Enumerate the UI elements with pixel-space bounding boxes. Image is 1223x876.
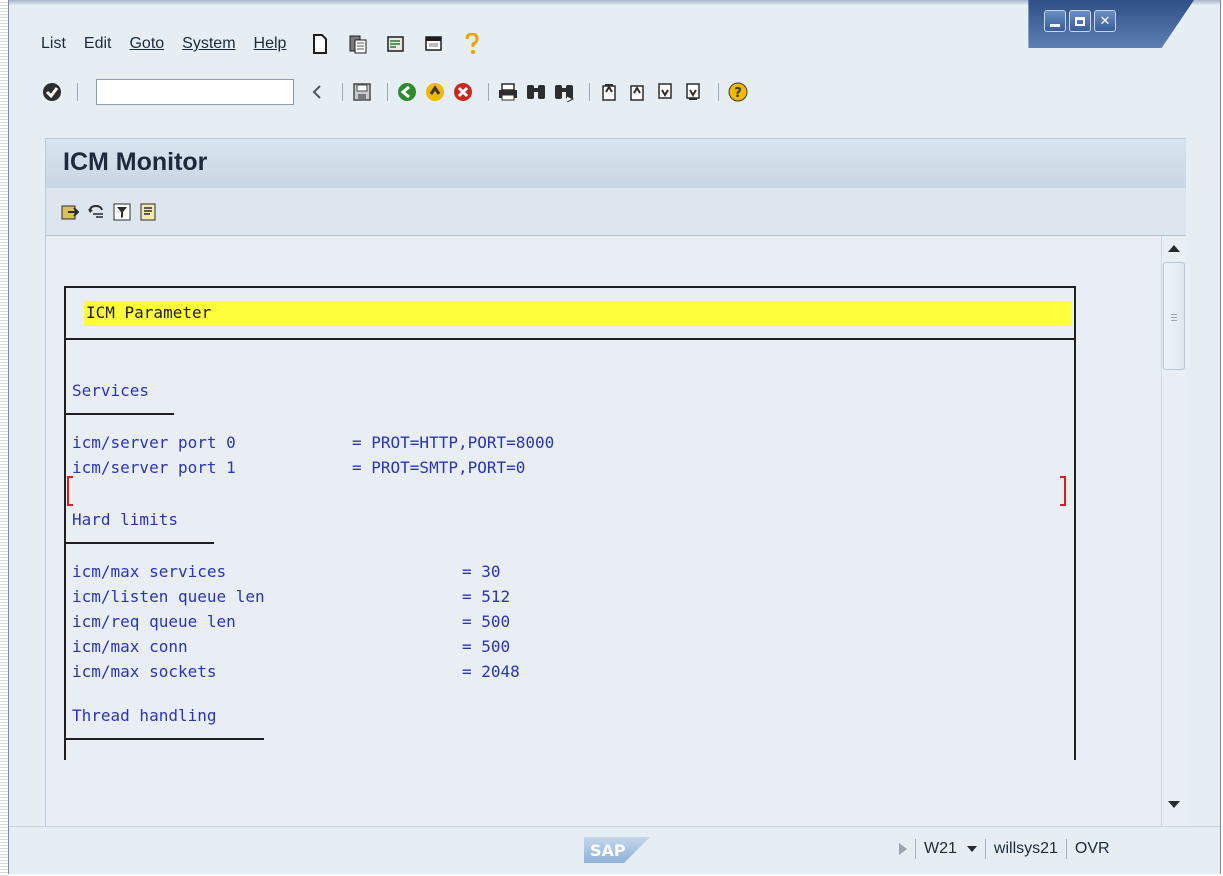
application-toolbar — [45, 188, 1186, 236]
param-value[interactable]: = 500 — [462, 637, 510, 656]
minimize-button[interactable] — [1044, 10, 1066, 32]
standard-toolbar: ? — [41, 76, 755, 108]
prev-page-icon[interactable] — [626, 81, 648, 103]
selection-bracket-right — [1060, 476, 1066, 506]
clipboard-icon[interactable] — [346, 33, 370, 55]
next-page-icon[interactable] — [654, 81, 676, 103]
desktop-background — [0, 0, 8, 876]
input-mode[interactable]: OVR — [1075, 840, 1110, 858]
help-question-icon[interactable] — [460, 33, 484, 55]
scroll-up-icon[interactable] — [1168, 245, 1180, 252]
filter-icon[interactable] — [112, 202, 132, 222]
param-value[interactable]: = PROT=HTTP,PORT=8000 — [352, 433, 554, 452]
maximize-icon — [1075, 16, 1085, 26]
menu-goto[interactable]: Goto — [129, 35, 164, 53]
param-key[interactable]: icm/max sockets — [72, 662, 217, 681]
menu-list[interactable]: List — [41, 35, 66, 53]
toolbar-separator — [589, 83, 590, 101]
menu-system[interactable]: System — [182, 35, 235, 53]
list-header-highlight: ICM Parameter — [84, 301, 1072, 326]
list-header-title: ICM Parameter — [86, 303, 212, 322]
details-icon[interactable] — [138, 202, 158, 222]
close-button[interactable]: ✕ — [1094, 10, 1116, 32]
param-value[interactable]: = 30 — [462, 562, 501, 581]
section-title-hard-limits[interactable]: Hard limits — [72, 510, 178, 529]
param-value[interactable]: = 500 — [462, 612, 510, 631]
menu-help[interactable]: Help — [254, 35, 287, 53]
system-id: W21 — [924, 840, 957, 857]
param-value[interactable]: = 2048 — [462, 662, 520, 681]
toolbar-separator — [77, 83, 78, 101]
expand-status-icon[interactable] — [899, 843, 907, 855]
first-page-icon[interactable] — [598, 81, 620, 103]
cancel-red-icon[interactable] — [452, 81, 474, 103]
close-icon: ✕ — [1099, 13, 1111, 29]
script-icon[interactable] — [384, 33, 408, 55]
scroll-thumb[interactable] — [1163, 262, 1185, 370]
new-session-icon[interactable] — [308, 33, 332, 55]
status-separator — [915, 839, 916, 859]
param-key[interactable]: icm/max services — [72, 562, 226, 581]
export-icon[interactable] — [60, 202, 80, 222]
param-key[interactable]: icm/req queue len — [72, 612, 236, 631]
status-separator — [1065, 839, 1067, 859]
sap-logo-text: SAP — [590, 841, 626, 860]
server-name: willsys21 — [993, 840, 1058, 857]
param-value[interactable]: = 512 — [462, 587, 510, 606]
find-next-icon[interactable] — [553, 81, 575, 103]
param-key[interactable]: icm/server port 0 — [72, 433, 236, 452]
back-arrow-icon[interactable] — [306, 81, 328, 103]
save-icon[interactable] — [351, 81, 373, 103]
status-info: W21 willsys21 OVR — [899, 839, 1110, 859]
exit-yellow-icon[interactable] — [424, 81, 446, 103]
print-icon[interactable] — [497, 81, 519, 103]
list-content-area: ICM Parameter Services icm/server port 0… — [45, 236, 1161, 826]
status-separator — [984, 839, 986, 859]
enter-check-icon[interactable] — [41, 81, 63, 103]
param-key[interactable]: icm/server port 1 — [72, 458, 236, 477]
menu-bar: List Edit Goto System Help — [41, 30, 498, 58]
section-title-services[interactable]: Services — [72, 381, 149, 400]
menu-edit[interactable]: Edit — [84, 35, 112, 53]
find-icon[interactable] — [525, 81, 547, 103]
section-title-thread-handling[interactable]: Thread handling — [72, 706, 217, 725]
page-title: ICM Monitor — [63, 148, 208, 176]
toolbar-separator — [387, 83, 388, 101]
back-green-icon[interactable] — [396, 81, 418, 103]
selection-bracket-left — [67, 476, 73, 506]
param-key[interactable]: icm/max conn — [72, 637, 188, 656]
svg-text:?: ? — [734, 86, 742, 101]
grip-icon — [1171, 313, 1177, 321]
maximize-button[interactable] — [1069, 10, 1091, 32]
toolbar-separator — [342, 83, 343, 101]
command-field[interactable] — [96, 79, 294, 105]
list-output-frame: ICM Parameter Services icm/server port 0… — [64, 286, 1076, 760]
section-underline — [66, 738, 264, 740]
toolbar-separator — [488, 83, 489, 101]
title-area: ICM Monitor — [45, 138, 1186, 188]
sap-window: ✕ List Edit Goto System Help ? ICM Monit… — [8, 0, 1221, 874]
system-dropdown-icon[interactable] — [966, 846, 977, 852]
menu-icons — [308, 33, 498, 55]
sap-logo: SAP — [584, 837, 650, 863]
section-underline — [66, 542, 214, 544]
status-bar: SAP W21 willsys21 OVR — [9, 826, 1220, 874]
param-key[interactable]: icm/listen queue len — [72, 587, 265, 606]
list-header-divider — [64, 338, 1076, 340]
minimize-icon — [1050, 23, 1060, 27]
vertical-scrollbar[interactable] — [1161, 236, 1186, 826]
window-controls: ✕ — [1014, 0, 1194, 48]
scroll-down-icon[interactable] — [1168, 801, 1180, 808]
refresh-icon[interactable] — [86, 202, 106, 222]
section-underline — [66, 413, 174, 415]
toolbar-separator — [718, 83, 719, 101]
param-value[interactable]: = PROT=SMTP,PORT=0 — [352, 458, 525, 477]
help-icon[interactable]: ? — [727, 81, 749, 103]
layout-icon[interactable] — [422, 33, 446, 55]
last-page-icon[interactable] — [682, 81, 704, 103]
